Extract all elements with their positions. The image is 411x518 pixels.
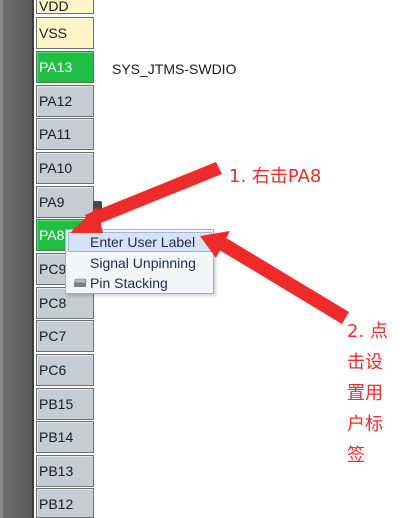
pin-label: VSS [39, 25, 68, 41]
arrow-2-shaft [216, 236, 349, 324]
chip-edge [0, 0, 3, 518]
annotation-step-2-line: 击设 [347, 352, 383, 373]
pin-pc6[interactable]: PC6 [36, 354, 94, 386]
annotation-step-2-line: 签 [347, 445, 365, 466]
pin-vss[interactable]: VSS [36, 17, 94, 49]
annotation-step-2-line: 置用 [347, 383, 383, 404]
annotation-step-2-line: 户标 [347, 414, 383, 435]
pin-label: PA9 [39, 194, 65, 210]
pin-label: VDD [39, 0, 69, 14]
pin-label: PC8 [39, 295, 67, 311]
pin-label: PB12 [39, 496, 74, 512]
pin-pb14[interactable]: PB14 [36, 421, 94, 453]
menu-item-pin-stacking[interactable]: Pin Stacking [68, 273, 212, 293]
pin-pa11[interactable]: PA11 [36, 118, 94, 150]
menu-item-enter-user-label[interactable]: Enter User Label [68, 232, 212, 252]
pin-pa13[interactable]: PA13 [36, 51, 94, 83]
chip-body [0, 0, 34, 518]
pin-label: PB13 [39, 463, 74, 479]
pin-pb13[interactable]: PB13 [36, 455, 94, 487]
menu-item-signal-unpinning[interactable]: Signal Unpinning [68, 253, 212, 273]
pin-pc7[interactable]: PC7 [36, 320, 94, 352]
pin-connector-dot [93, 201, 102, 216]
pin-pa9[interactable]: PA9 [36, 186, 94, 218]
pin-pb12[interactable]: PB12 [36, 488, 94, 518]
annotation-step-2: 2. 点 击设 置用 户标 签 [347, 316, 388, 471]
pin-pa13-signal: SYS_JTMS-SWDIO [112, 61, 237, 77]
pin-vdd[interactable]: VDD [36, 0, 94, 14]
pin-label: PB14 [39, 429, 74, 445]
annotation-step-2-line: 2. 点 [347, 321, 388, 342]
pin-pb15[interactable]: PB15 [36, 388, 94, 420]
annotation-step-1: 1. 右击PA8 [229, 166, 322, 187]
stack-icon [74, 278, 87, 287]
pin-label: PA8 [39, 227, 65, 243]
pin-label: PC6 [39, 362, 67, 378]
menu-item-label: Signal Unpinning [90, 255, 196, 271]
pin-label: PA10 [39, 160, 73, 176]
pin-label: PB15 [39, 396, 74, 412]
pin-pa12[interactable]: PA12 [36, 85, 94, 117]
pin-label: PC9 [39, 261, 67, 277]
arrow-1-shaft [85, 162, 222, 227]
menu-item-label: Pin Stacking [90, 275, 168, 291]
pin-label: PA11 [39, 126, 72, 142]
pin-label: PC7 [39, 328, 67, 344]
pin-label: PA13 [39, 59, 73, 75]
menu-item-label: Enter User Label [90, 234, 196, 250]
pin-label: PA12 [39, 93, 73, 109]
pin-pa10[interactable]: PA10 [36, 152, 94, 184]
context-menu: Enter User Label Signal Unpinning Pin St… [65, 229, 214, 294]
